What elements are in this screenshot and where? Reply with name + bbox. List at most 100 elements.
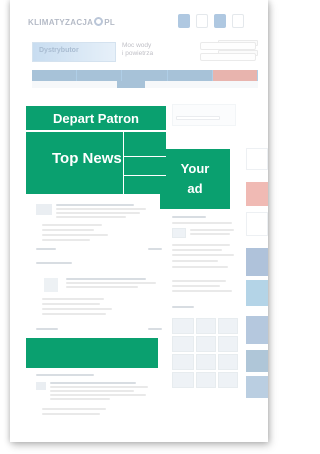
article-link-line[interactable] — [42, 303, 100, 305]
sidebar-gallery-image[interactable] — [196, 336, 216, 352]
sidebar-gallery-image[interactable] — [196, 354, 216, 370]
article-thumbnail[interactable] — [36, 382, 46, 390]
grid-divider — [123, 156, 166, 157]
sidebar-gallery-image[interactable] — [172, 372, 194, 388]
subnav-item-active[interactable] — [116, 81, 145, 88]
article-headline[interactable] — [66, 278, 146, 280]
search-field[interactable] — [176, 116, 220, 120]
site-logo[interactable]: KLIMATYZACJA PL — [28, 17, 115, 27]
article-text-line — [56, 212, 140, 214]
sponsor-logo[interactable] — [246, 316, 268, 344]
article-headline[interactable] — [56, 204, 134, 206]
nav-item[interactable] — [32, 70, 78, 81]
search-box — [172, 104, 236, 126]
header-link-icon[interactable] — [196, 14, 208, 28]
banner-button[interactable] — [200, 53, 256, 61]
banner-tagline-line: i powietrza — [122, 50, 154, 57]
sidebar-line[interactable] — [190, 229, 234, 231]
sidebar-line[interactable] — [172, 266, 228, 268]
nav-item-highlighted[interactable] — [212, 70, 259, 81]
sidebar-gallery-image[interactable] — [196, 372, 216, 388]
your-ad-line: Your — [180, 161, 210, 176]
sidebar-gallery-image[interactable] — [172, 336, 194, 352]
sidebar-gallery-image[interactable] — [172, 354, 194, 370]
article-thumbnail[interactable] — [36, 204, 52, 215]
article-text-line — [50, 386, 148, 388]
banner-button[interactable] — [200, 42, 256, 50]
top-news-block[interactable]: Top News — [26, 132, 166, 194]
bottom-ad-block[interactable] — [26, 338, 158, 368]
your-ad-block[interactable]: Your ad — [160, 149, 230, 209]
sidebar-line[interactable] — [172, 222, 232, 224]
subnav-item[interactable] — [230, 81, 258, 88]
sidebar-line[interactable] — [172, 260, 218, 262]
article-link-line[interactable] — [42, 239, 90, 241]
sponsor-logo[interactable] — [246, 376, 268, 398]
more-link[interactable] — [148, 248, 162, 250]
sponsor-logo[interactable] — [246, 212, 268, 236]
more-link[interactable] — [36, 328, 58, 330]
sidebar-line[interactable] — [172, 249, 222, 251]
article-link-line[interactable] — [42, 298, 104, 300]
sponsor-logo[interactable] — [246, 350, 268, 372]
nav-item[interactable] — [77, 70, 123, 81]
article-link-line[interactable] — [42, 413, 100, 415]
article-text-line — [50, 394, 146, 396]
logo-suffix: PL — [104, 18, 116, 27]
grid-divider — [123, 175, 166, 176]
article-link-line[interactable] — [42, 229, 94, 231]
article-link-line[interactable] — [42, 234, 108, 236]
sidebar-line[interactable] — [172, 285, 220, 287]
nav-item[interactable] — [122, 70, 168, 81]
sponsor-logo[interactable] — [246, 280, 268, 306]
article-link-line[interactable] — [42, 408, 106, 410]
main-navigation — [32, 70, 259, 81]
subnav-item[interactable] — [60, 81, 88, 88]
depart-patron-block[interactable]: Depart Patron — [26, 106, 166, 130]
article-link-line[interactable] — [42, 224, 102, 226]
sidebar-line[interactable] — [172, 280, 226, 282]
sidebar-gallery-image[interactable] — [218, 354, 238, 370]
nav-item[interactable] — [168, 70, 213, 81]
article-text-line — [56, 208, 146, 210]
banner-tagline: Moc wody i powietrza — [122, 42, 192, 58]
article-link-line[interactable] — [42, 313, 106, 315]
sidebar-gallery-image[interactable] — [196, 318, 216, 334]
webpage-screenshot: KLIMATYZACJA PL Dystrybutor Moc wody i po… — [10, 0, 268, 442]
section-heading — [36, 374, 94, 376]
sidebar-gallery-image[interactable] — [218, 372, 238, 388]
header-link-icon[interactable] — [232, 14, 244, 28]
logo-mark-icon — [94, 17, 104, 26]
subnav-item[interactable] — [32, 81, 60, 88]
top-news-label: Top News — [52, 150, 122, 167]
subnav-item[interactable] — [145, 81, 173, 88]
sidebar-line[interactable] — [172, 244, 230, 246]
sidebar-image[interactable] — [172, 228, 186, 238]
sponsor-logo[interactable] — [246, 248, 268, 276]
sidebar-gallery-image[interactable] — [218, 336, 238, 352]
sidebar-gallery-image[interactable] — [172, 318, 194, 334]
sidebar-line[interactable] — [172, 254, 234, 256]
header-link-icon[interactable] — [214, 14, 226, 28]
more-link[interactable] — [148, 328, 162, 330]
article-text-line — [50, 390, 134, 392]
subnav-item[interactable] — [202, 81, 230, 88]
article-text-line — [50, 398, 110, 400]
sponsor-logo[interactable] — [246, 148, 268, 170]
depart-patron-label: Depart Patron — [53, 110, 139, 126]
sub-navigation — [32, 81, 258, 88]
sidebar-line[interactable] — [190, 233, 230, 235]
article-headline[interactable] — [50, 382, 136, 384]
header-link-icon[interactable] — [178, 14, 190, 28]
sidebar-line[interactable] — [172, 290, 232, 292]
sponsor-logo[interactable] — [246, 182, 268, 206]
subnav-item[interactable] — [173, 81, 201, 88]
partner-banner-image[interactable]: Dystrybutor — [32, 42, 116, 62]
subnav-item[interactable] — [89, 81, 117, 88]
grid-divider — [123, 132, 124, 194]
article-link-line[interactable] — [42, 308, 112, 310]
sidebar-gallery-image[interactable] — [218, 318, 238, 334]
section-heading — [36, 262, 72, 264]
article-thumbnail[interactable] — [44, 278, 58, 292]
more-link[interactable] — [36, 248, 56, 250]
